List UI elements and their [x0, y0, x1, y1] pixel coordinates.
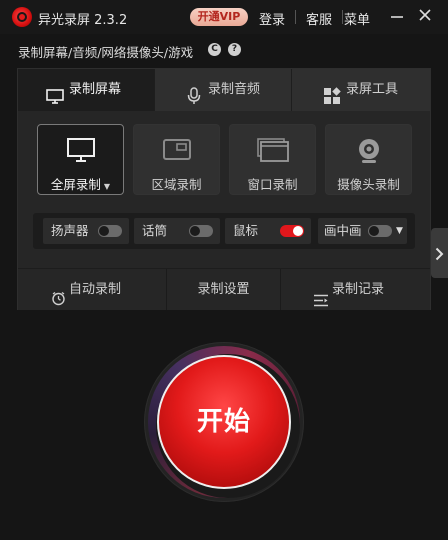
- close-button[interactable]: [414, 5, 436, 27]
- alarm-clock-icon: [51, 282, 66, 323]
- tab-record-audio[interactable]: 录制音频: [155, 69, 292, 111]
- microphone-switch[interactable]: [189, 225, 213, 237]
- webcam-icon: [356, 137, 382, 169]
- tab-label: 录屏工具: [346, 82, 399, 97]
- expand-panel-button[interactable]: [431, 228, 448, 278]
- mode-label: 全屏录制 ▼: [50, 177, 111, 192]
- toggle-label: 扬声器: [51, 223, 89, 238]
- record-settings-label: 录制设置: [197, 282, 250, 297]
- list-icon: [314, 283, 328, 324]
- tab-label: 录制音频: [208, 82, 261, 97]
- help-icon[interactable]: ?: [228, 43, 241, 56]
- mouse-toggle[interactable]: 鼠标: [225, 218, 311, 244]
- tab-label: 录制屏幕: [69, 82, 122, 97]
- title-bar: 异光录屏 2.3.2 开通VIP 登录 客服 菜单: [0, 0, 448, 34]
- chevron-right-icon: [435, 246, 444, 265]
- start-record-button[interactable]: 开始: [157, 355, 291, 489]
- pip-toggle[interactable]: 画中画 ▼: [318, 218, 407, 244]
- minimize-icon: [391, 16, 403, 18]
- microphone-toggle[interactable]: 话筒: [134, 218, 220, 244]
- tab-bar: 录制屏幕 录制音频 录屏工具: [18, 69, 430, 111]
- mode-label: 区域录制: [151, 177, 202, 192]
- tools-grid-icon: [323, 81, 341, 123]
- toggle-row: 扬声器 话筒 鼠标 画中画 ▼: [33, 213, 415, 249]
- chevron-down-icon: ▼: [103, 182, 111, 191]
- record-settings-button[interactable]: 录制设置: [167, 269, 280, 310]
- speaker-switch[interactable]: [98, 225, 122, 237]
- divider: [295, 10, 296, 24]
- chevron-down-icon[interactable]: ▼: [396, 218, 403, 244]
- auto-record-label: 自动录制: [69, 282, 122, 297]
- login-link[interactable]: 登录: [259, 9, 285, 28]
- mouse-switch[interactable]: [280, 225, 304, 237]
- region-icon: [162, 137, 192, 167]
- pip-switch[interactable]: [368, 225, 392, 237]
- divider: [342, 10, 343, 24]
- speaker-toggle[interactable]: 扬声器: [43, 218, 129, 244]
- window-record-button[interactable]: 窗口录制: [229, 124, 316, 195]
- toggle-label: 鼠标: [233, 223, 259, 238]
- toggle-label: 画中画: [324, 223, 362, 238]
- tab-record-screen[interactable]: 录制屏幕: [18, 69, 155, 111]
- tab-record-tools[interactable]: 录屏工具: [292, 69, 430, 111]
- webcam-record-button[interactable]: 摄像头录制: [325, 124, 412, 195]
- auto-record-button[interactable]: 自动录制: [18, 269, 166, 310]
- record-history-label: 录制记录: [332, 282, 385, 297]
- record-history-button[interactable]: 录制记录: [281, 269, 430, 310]
- bottom-toolbar: 自动录制 录制设置 录制记录: [18, 268, 430, 310]
- toggle-label: 话筒: [142, 223, 168, 238]
- c-icon[interactable]: C: [208, 43, 221, 56]
- window-icon: [256, 137, 290, 167]
- mode-label: 摄像头录制: [337, 177, 400, 192]
- feature-subtitle: 录制屏幕/音频/网络摄像头/游戏: [18, 45, 194, 60]
- mode-label: 窗口录制: [247, 177, 298, 192]
- fullscreen-record-button[interactable]: 全屏录制 ▼: [37, 124, 124, 195]
- record-panel: 录制屏幕 录制音频 录屏工具 全屏录制 ▼ 区域录制 窗口录制 摄像头录制 扬声…: [17, 68, 431, 310]
- app-logo-icon: [12, 7, 32, 27]
- service-link[interactable]: 客服: [306, 9, 332, 28]
- monitor-icon: [66, 137, 96, 167]
- minimize-button[interactable]: [386, 5, 408, 27]
- start-button-container: 开始: [144, 342, 304, 502]
- menu-link[interactable]: 菜单: [344, 9, 370, 28]
- app-title: 异光录屏 2.3.2: [38, 13, 128, 28]
- close-icon: [419, 9, 431, 21]
- microphone-icon: [187, 81, 201, 123]
- region-record-button[interactable]: 区域录制: [133, 124, 220, 195]
- vip-button[interactable]: 开通VIP: [190, 8, 248, 26]
- monitor-icon: [46, 81, 64, 123]
